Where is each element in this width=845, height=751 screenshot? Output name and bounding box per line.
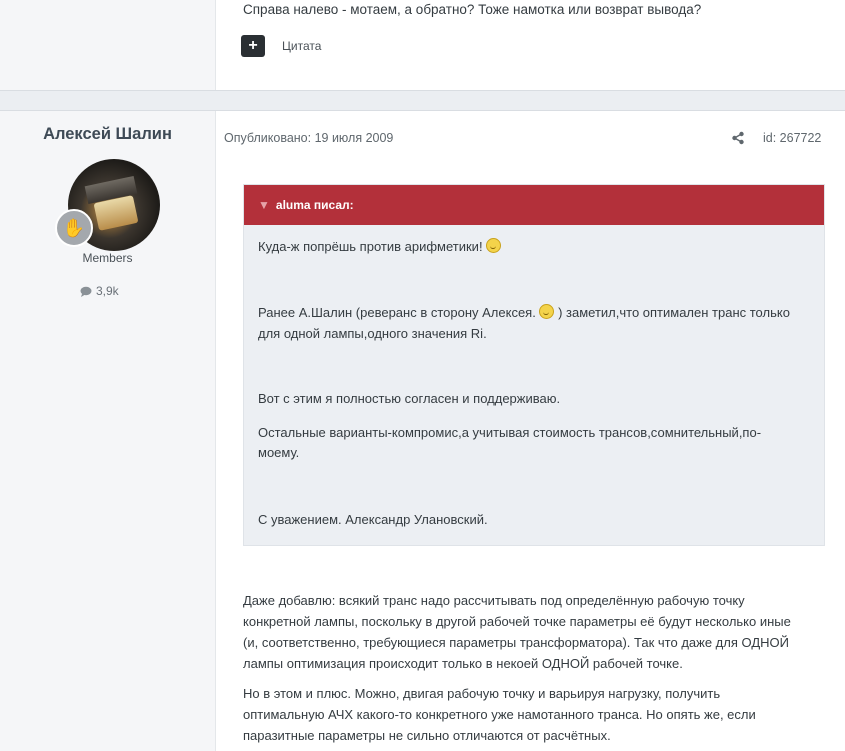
- chevron-down-icon: ▼: [258, 198, 270, 212]
- paragraph-line: паразитные параметры не сильно отличаютс…: [243, 728, 611, 743]
- paragraph-line: (и, соответственно, требующиеся параметр…: [243, 635, 789, 650]
- quote-author: aluma писал:: [275, 198, 354, 212]
- quote-header[interactable]: ▼ aluma писал:: [244, 185, 824, 225]
- quote-line: С уважением. Александр Улановский.: [258, 512, 488, 527]
- quote-line: для одной лампы,одного значения Ri.: [258, 326, 487, 341]
- quote-button[interactable]: +: [241, 35, 265, 57]
- author-name[interactable]: Алексей Шалин: [0, 125, 215, 144]
- previous-post-text: Справа налево - мотаем, а обратно? Тоже …: [243, 2, 702, 17]
- quote-line-text: ) заметил,что оптимален транс только: [558, 305, 790, 320]
- previous-post-sidebar: [0, 0, 216, 90]
- post-paragraph: Даже добавлю: всякий транс надо рассчиты…: [243, 590, 823, 674]
- paragraph-line: оптимальную АЧХ какого-то конкретного уж…: [243, 707, 756, 722]
- quote-line: Куда-ж попрёшь против арифметики!: [258, 236, 818, 257]
- quote-line-text: Ранее А.Шалин (реверанс в сторону Алексе…: [258, 305, 536, 320]
- quote-block: ▼ aluma писал: Куда-ж попрёшь против ари…: [243, 184, 825, 546]
- quote-line: моему.: [258, 445, 300, 460]
- previous-post: Справа налево - мотаем, а обратно? Тоже …: [0, 0, 845, 91]
- smiley-icon: [486, 238, 502, 253]
- published-date[interactable]: Опубликовано: 19 июля 2009: [224, 131, 393, 145]
- post-id[interactable]: id: 267722: [763, 131, 821, 145]
- quote-line: Вот с этим я полностью согласен и поддер…: [258, 391, 561, 406]
- quote-line: Ранее А.Шалин (реверанс в сторону Алексе…: [258, 302, 818, 323]
- paragraph-line: Даже добавлю: всякий транс надо рассчиты…: [243, 593, 745, 608]
- post: Алексей Шалин ✋ Members 3,9k Опубликован…: [0, 110, 845, 751]
- smiley-icon: [539, 304, 555, 319]
- post-count-value: 3,9k: [96, 284, 119, 298]
- post-paragraph: Но в этом и плюс. Можно, двигая рабочую …: [243, 683, 823, 746]
- quote-line: Остальные варианты-компромис,а учитывая …: [258, 425, 762, 440]
- share-icon[interactable]: [731, 131, 745, 145]
- paragraph-line: Но в этом и плюс. Можно, двигая рабочую …: [243, 686, 721, 701]
- post-count: 3,9k: [80, 284, 119, 298]
- plus-icon: +: [248, 37, 258, 54]
- paragraph-line: конкретной лампы, поскольку в другой раб…: [243, 614, 791, 629]
- member-group: Members: [82, 251, 133, 265]
- author-sidebar: Алексей Шалин ✋ Members 3,9k: [0, 111, 216, 751]
- quote-label[interactable]: Цитата: [282, 39, 321, 53]
- comment-icon: [80, 286, 92, 297]
- quote-line-text: Куда-ж попрёшь против арифметики!: [258, 239, 483, 254]
- hand-icon: ✋: [55, 209, 93, 247]
- paragraph-line: лампы оптимизация происходит только в не…: [243, 656, 683, 671]
